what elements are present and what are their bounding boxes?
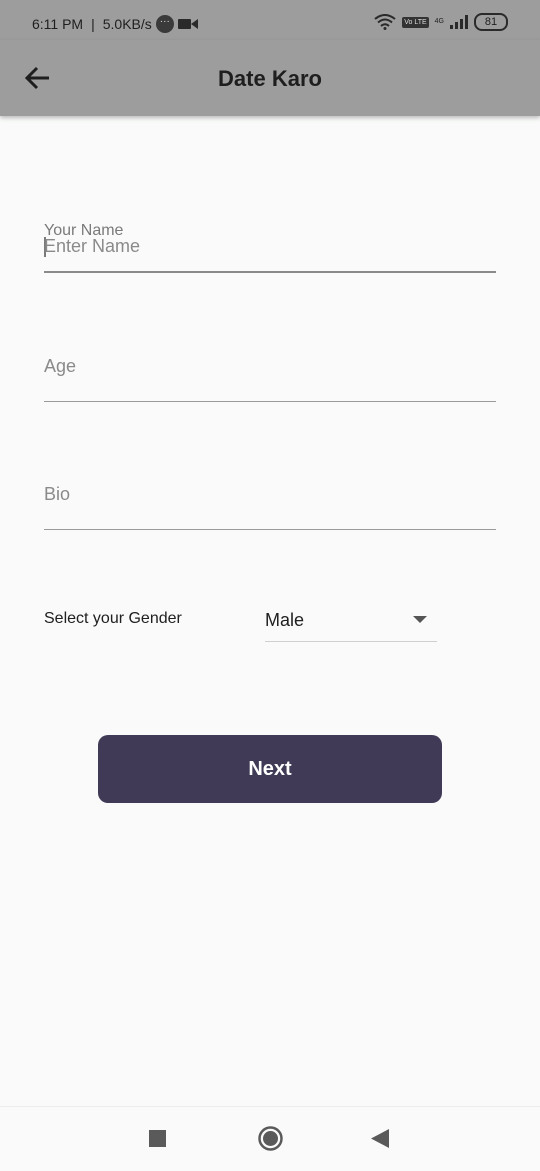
square-icon — [149, 1130, 166, 1147]
bio-field[interactable] — [44, 482, 496, 532]
volte-badge: Vo LTE — [402, 16, 429, 28]
app-bar: Date Karo — [0, 40, 540, 116]
age-field[interactable] — [44, 354, 496, 404]
system-nav-bar — [0, 1106, 540, 1171]
age-input[interactable] — [44, 356, 496, 377]
wifi-icon — [374, 14, 396, 30]
name-field[interactable]: Your Name — [44, 220, 496, 274]
status-separator: | — [91, 16, 95, 32]
gender-label: Select your Gender — [44, 610, 182, 627]
gender-dropdown[interactable]: Male — [265, 600, 437, 642]
status-speed: 5.0KB/s — [102, 16, 152, 32]
status-right: Vo LTE 4G 81 — [374, 13, 508, 31]
bio-underline — [44, 529, 496, 530]
network-badge: 4G — [434, 18, 444, 25]
page-title: Date Karo — [218, 66, 322, 91]
age-underline — [44, 401, 496, 402]
bio-input[interactable] — [44, 484, 496, 505]
chat-bubble-icon: ··· — [155, 15, 174, 33]
home-button[interactable] — [258, 1126, 283, 1156]
status-bar: 6:11 PM | 5.0KB/s ··· Vo LTE 4G 81 — [0, 0, 540, 40]
video-camera-icon — [177, 19, 198, 29]
gender-selected-value: Male — [265, 610, 305, 630]
triangle-back-icon — [371, 1129, 389, 1148]
status-left: 6:11 PM | 5.0KB/s ··· — [32, 15, 198, 33]
circle-icon — [258, 1126, 283, 1151]
name-input[interactable] — [44, 236, 496, 257]
next-button[interactable]: Next — [98, 735, 442, 803]
status-time: 6:11 PM — [32, 16, 84, 32]
name-underline — [44, 271, 496, 273]
dropdown-arrow-icon — [413, 616, 427, 623]
battery-indicator: 81 — [474, 13, 508, 31]
signal-bars-icon — [450, 15, 468, 29]
recents-button[interactable] — [149, 1130, 166, 1152]
back-nav-button[interactable] — [371, 1129, 389, 1153]
